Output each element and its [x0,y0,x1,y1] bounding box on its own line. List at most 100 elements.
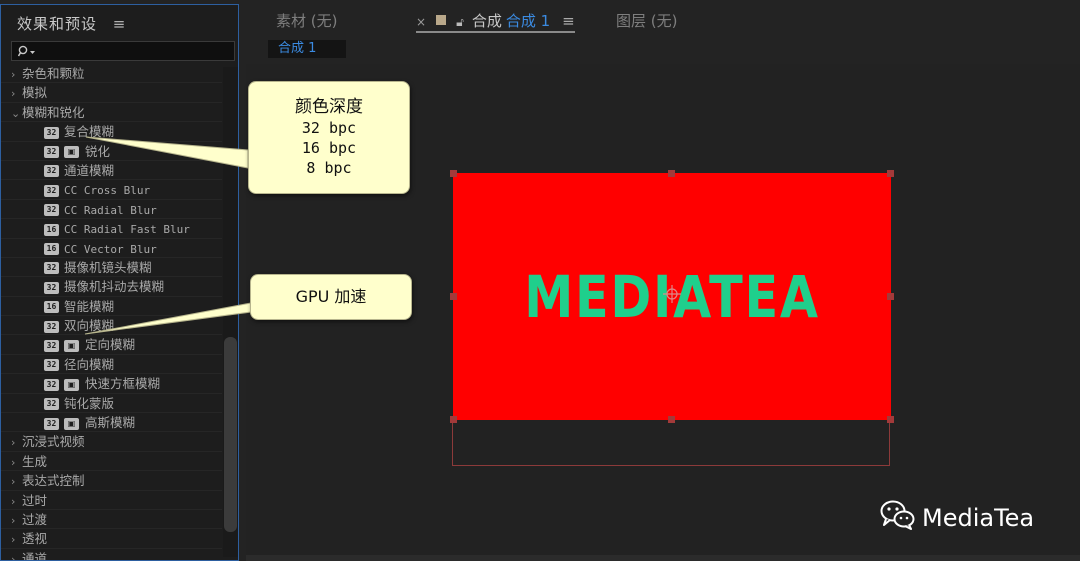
close-icon[interactable]: × [416,15,426,29]
chevron-right-icon[interactable]: › [11,433,22,452]
chevron-down-icon[interactable]: ⌄ [11,104,22,123]
chevron-right-icon[interactable]: › [11,492,22,511]
effects-presets-panel: 效果和预设 ≡ › 杂色和颗粒 › 模拟 ⌄ 模糊和锐化 32 复合模糊 32 ▣ 锐化 32 通道模糊… [0,4,239,561]
effect-item[interactable]: 32 摄像机抖动去模糊 [1,277,222,297]
chevron-right-icon[interactable]: › [11,453,22,472]
category-row[interactable]: › 模拟 [1,83,222,103]
transform-handle-bl[interactable] [450,416,457,423]
category-row[interactable]: ⌄ 模糊和锐化 [1,103,222,123]
panel-scrollbar[interactable] [223,67,238,557]
effect-item[interactable]: 32 ▣ 锐化 [1,142,222,161]
chevron-right-icon[interactable]: › [11,472,22,491]
transform-handle-ml[interactable] [450,293,457,300]
effect-label: 定向模糊 [85,337,136,353]
tab-menu-icon[interactable]: ≡ [562,12,575,30]
tab-footage[interactable]: 素材 (无) [276,10,337,31]
effect-item[interactable]: 32 钝化蒙版 [1,394,222,414]
tab-comp-prefix: 合成 [471,12,502,30]
effect-label: 双向模糊 [64,318,115,334]
transform-handle-br[interactable] [887,416,894,423]
transform-handle-tl[interactable] [450,170,457,177]
effect-item[interactable]: 32 通道模糊 [1,161,222,181]
bpc-32-icon: 32 [44,165,59,178]
category-label: 过时 [22,492,48,508]
panel-title: 效果和预设 [17,15,98,33]
viewer-bottom-toolbar [246,555,1080,561]
effect-label: 钝化蒙版 [64,395,115,411]
gpu-accelerated-icon: ▣ [64,146,79,159]
comp-breadcrumb[interactable]: 合成 1 [268,40,346,58]
bpc-16-icon: 16 [44,243,59,256]
layer-bounds-extension [452,420,890,466]
bpc-32-icon: 32 [44,339,59,352]
category-label: 模拟 [22,85,48,101]
watermark-text: MediaTea [922,504,1035,532]
effect-item[interactable]: 32 复合模糊 [1,122,222,142]
chevron-right-icon[interactable]: › [11,550,22,560]
effect-item[interactable]: 32 摄像机镜头模糊 [1,258,222,278]
effect-label: 锐化 [85,143,111,159]
effect-item[interactable]: 32 ▣ 高斯模糊 [1,413,222,433]
anchor-point-icon[interactable] [663,285,681,303]
effect-item[interactable]: 32 ▣ 快速方框模糊 [1,374,222,394]
wechat-icon [880,500,915,530]
panel-menu-icon[interactable]: ≡ [113,15,127,33]
chevron-right-icon[interactable]: › [11,84,22,103]
search-box[interactable] [11,41,235,61]
transform-handle-tr[interactable] [887,170,894,177]
chevron-right-icon[interactable]: › [11,65,22,84]
effect-label: 径向模糊 [64,356,115,372]
bpc-32-icon: 32 [44,281,59,294]
effect-item[interactable]: 32 CC Cross Blur [1,180,222,200]
transform-handle-mr[interactable] [887,293,894,300]
category-row[interactable]: › 生成 [1,452,222,472]
bpc-32-icon: 32 [44,398,59,411]
composition-canvas[interactable]: MEDIATEA [453,173,891,420]
chevron-right-icon[interactable]: › [11,511,22,530]
effect-label: CC Radial Blur [64,203,157,217]
effect-label: CC Vector Blur [64,242,157,256]
effect-label: 高斯模糊 [85,415,136,431]
effect-item[interactable]: 16 CC Radial Fast Blur [1,219,222,239]
chevron-right-icon[interactable]: › [11,530,22,549]
category-label: 沉浸式视频 [22,434,85,450]
category-label: 模糊和锐化 [22,104,85,120]
category-row[interactable]: › 过时 [1,491,222,510]
gpu-accelerated-icon: ▣ [64,378,79,391]
tab-composition[interactable]: × 🔓︎ 合成 合成 1 ≡ [416,10,575,31]
category-row[interactable]: › 杂色和颗粒 [1,64,222,84]
effect-label: 通道模糊 [64,162,115,178]
category-row[interactable]: › 通道 [1,549,222,560]
effect-label: 摄像机抖动去模糊 [64,279,165,295]
effect-item[interactable]: 16 智能模糊 [1,297,222,317]
comp-color-swatch [436,15,447,25]
effect-item[interactable]: 32 CC Radial Blur [1,200,222,220]
effect-label: CC Cross Blur [64,184,151,198]
watermark: MediaTea [880,500,1034,532]
category-row[interactable]: › 表达式控制 [1,471,222,491]
category-row[interactable]: › 沉浸式视频 [1,432,222,452]
effect-label: 摄像机镜头模糊 [64,259,152,275]
lock-icon[interactable]: 🔓︎ [456,15,464,29]
transform-handle-tc[interactable] [668,170,675,177]
color-depth-callout: 颜色深度 32 bpc 16 bpc 8 bpc [248,81,410,194]
effect-item[interactable]: 32 双向模糊 [1,316,222,336]
panel-header: 效果和预设 ≡ [17,13,126,34]
depth-16: 16 bpc [301,139,357,157]
active-tab-indicator [416,31,575,33]
gpu-accelerated-icon: ▣ [64,417,79,430]
effect-item[interactable]: 32 径向模糊 [1,355,222,375]
effect-item[interactable]: 32 ▣ 定向模糊 [1,335,222,355]
category-row[interactable]: › 透视 [1,529,222,549]
category-label: 生成 [22,453,48,469]
scrollbar-thumb[interactable] [224,337,237,532]
effect-label: 快速方框模糊 [85,376,161,392]
transform-handle-bc[interactable] [668,416,675,423]
search-input[interactable] [42,43,231,61]
gpu-acceleration-callout: GPU 加速 [250,274,412,320]
effect-item[interactable]: 16 CC Vector Blur [1,239,222,258]
tab-layer[interactable]: 图层 (无) [616,10,677,31]
category-row[interactable]: › 过渡 [1,510,222,530]
bpc-32-icon: 32 [44,126,59,139]
bpc-32-icon: 32 [44,184,59,197]
